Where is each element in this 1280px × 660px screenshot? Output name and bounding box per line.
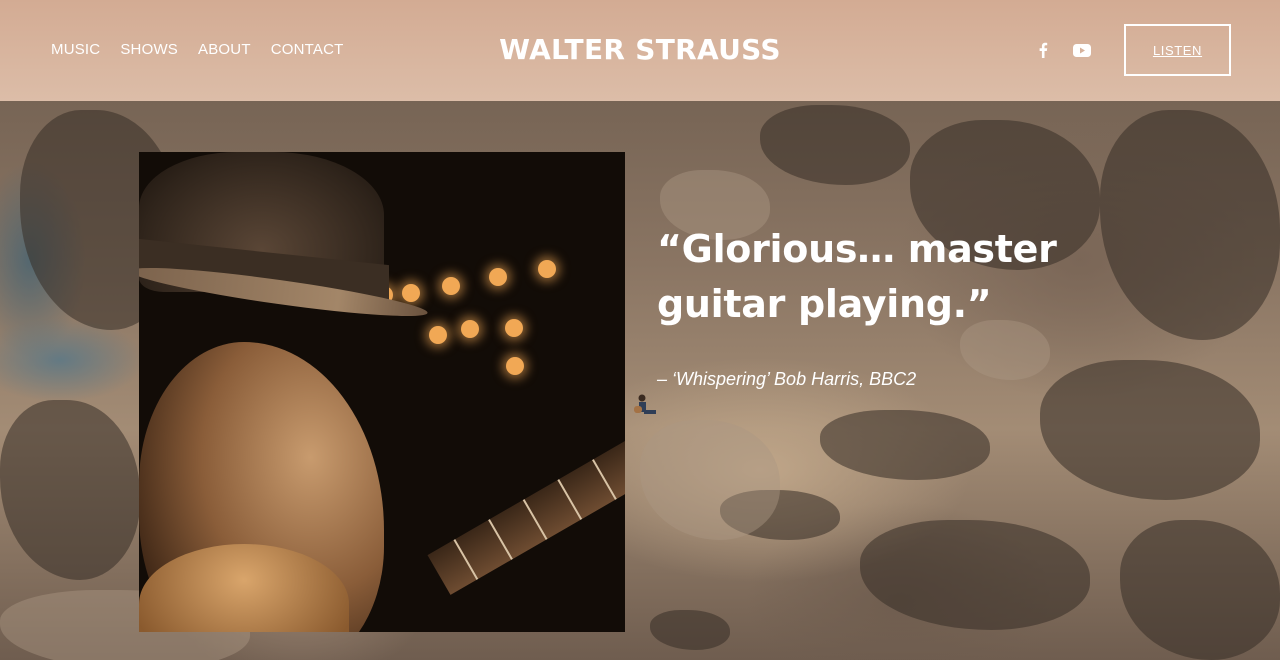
facebook-icon[interactable] (1034, 41, 1052, 59)
listen-button[interactable]: LISTEN (1124, 24, 1231, 76)
site-header: MUSIC SHOWS ABOUT CONTACT WALTER STRAUSS… (0, 0, 1280, 101)
distant-figure-image (634, 394, 656, 414)
press-quote: “Glorious… master guitar playing.” (657, 227, 1057, 326)
quote-attribution: – ‘Whispering’ Bob Harris, BBC2 (657, 369, 917, 389)
artist-portrait-image (139, 152, 625, 632)
youtube-icon[interactable] (1072, 41, 1092, 59)
